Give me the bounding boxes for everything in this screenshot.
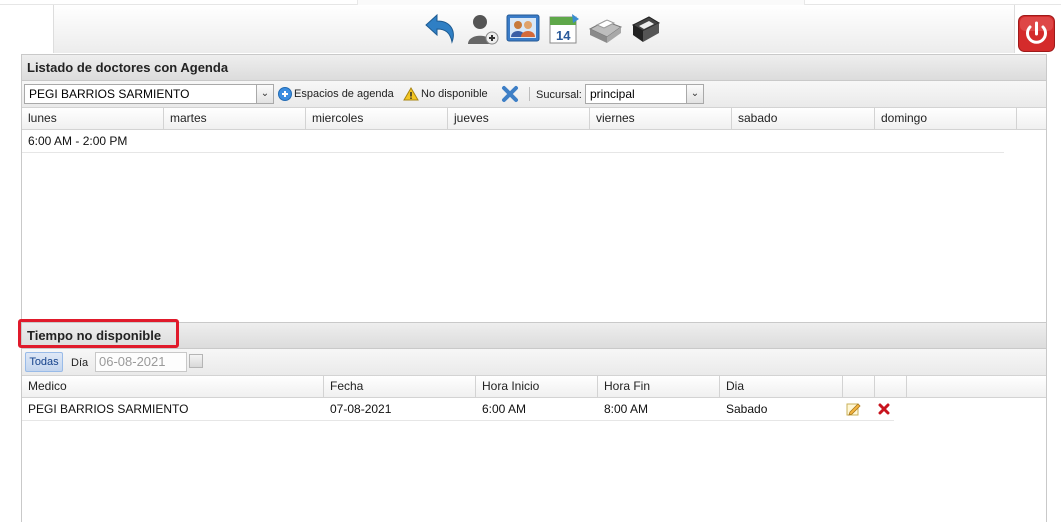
main-toolbar: 14 — [53, 5, 1055, 53]
cell-fecha: 07-08-2021 — [330, 402, 392, 416]
col-martes[interactable]: martes — [164, 108, 306, 129]
col-miercoles[interactable]: miercoles — [306, 108, 448, 129]
espacios-label: Espacios de agenda — [294, 88, 394, 100]
col-sabado[interactable]: sabado — [732, 108, 875, 129]
date-field[interactable]: 06-08-2021 — [95, 352, 187, 372]
cash-register-icon[interactable] — [627, 11, 663, 47]
col-delete — [875, 376, 907, 397]
cell-hora-fin: 8:00 AM — [604, 402, 649, 416]
col-dia[interactable]: Dia — [720, 376, 843, 397]
power-off-icon — [1018, 15, 1055, 52]
date-picker-icon[interactable] — [189, 354, 203, 368]
panel-title: Tiempo no disponible — [22, 323, 1046, 349]
col-domingo[interactable]: domingo — [875, 108, 1017, 129]
delete-icon[interactable] — [877, 401, 891, 423]
dia-label: Día — [71, 357, 89, 369]
toolbar-separator — [529, 87, 530, 101]
unavailable-time-panel: Tiempo no disponible Todas Día 06-08-202… — [21, 322, 1047, 522]
users-group-icon[interactable] — [505, 11, 541, 47]
cell-medico: PEGI BARRIOS SARMIENTO — [28, 402, 189, 416]
calendar-icon[interactable]: 14 — [546, 11, 582, 47]
espacios-agenda-button[interactable]: Espacios de agenda — [278, 86, 394, 102]
cell-lunes: 6:00 AM - 2:00 PM — [28, 134, 128, 148]
table-row[interactable]: 6:00 AM - 2:00 PM — [22, 130, 1004, 153]
col-edit — [843, 376, 875, 397]
x-icon — [502, 86, 518, 102]
printer-icon[interactable] — [587, 11, 623, 47]
col-medico[interactable]: Medico — [22, 376, 324, 397]
agenda-toolbar: PEGI BARRIOS SARMIENTO ⌄ Espacios de age… — [22, 81, 1046, 108]
chevron-down-icon: ⌄ — [256, 85, 273, 103]
col-jueves[interactable]: jueves — [448, 108, 590, 129]
cell-dia: Sabado — [726, 402, 768, 416]
sucursal-label: Sucursal: — [536, 89, 582, 101]
unavailable-toolbar: Todas Día 06-08-2021 — [22, 349, 1046, 376]
power-off-button[interactable] — [1018, 15, 1055, 52]
unavailable-grid-header: Medico Fecha Hora Inicio Hora Fin Dia — [22, 376, 1046, 398]
col-lunes[interactable]: lunes — [22, 108, 164, 129]
no-disponible-button[interactable]: No disponible — [403, 86, 488, 102]
back-arrow-icon[interactable] — [423, 11, 459, 47]
agenda-grid-header: lunes martes miercoles jueves viernes sa… — [22, 108, 1046, 130]
doctor-select[interactable]: PEGI BARRIOS SARMIENTO ⌄ — [24, 84, 274, 104]
col-fecha[interactable]: Fecha — [324, 376, 476, 397]
col-hora-fin[interactable]: Hora Fin — [598, 376, 720, 397]
add-circle-icon — [278, 87, 292, 102]
col-hora-inicio[interactable]: Hora Inicio — [476, 376, 598, 397]
todas-button[interactable]: Todas — [25, 352, 63, 372]
doctor-select-value: PEGI BARRIOS SARMIENTO — [29, 87, 190, 101]
doctors-agenda-panel: Listado de doctores con Agenda PEGI BARR… — [21, 54, 1047, 324]
add-user-icon[interactable] — [464, 11, 500, 47]
cell-hora-inicio: 6:00 AM — [482, 402, 527, 416]
chevron-down-icon: ⌄ — [686, 85, 703, 103]
table-row[interactable]: PEGI BARRIOS SARMIENTO 07-08-2021 6:00 A… — [22, 398, 894, 421]
panel-title: Listado de doctores con Agenda — [22, 55, 1046, 81]
sucursal-select-value: principal — [590, 87, 635, 101]
svg-text:14: 14 — [556, 28, 571, 43]
col-viernes[interactable]: viernes — [590, 108, 732, 129]
sucursal-select[interactable]: principal ⌄ — [585, 84, 704, 104]
no-disponible-label: No disponible — [421, 88, 488, 100]
warning-icon — [403, 87, 419, 101]
clear-button[interactable] — [501, 85, 519, 102]
edit-icon[interactable] — [845, 401, 861, 424]
